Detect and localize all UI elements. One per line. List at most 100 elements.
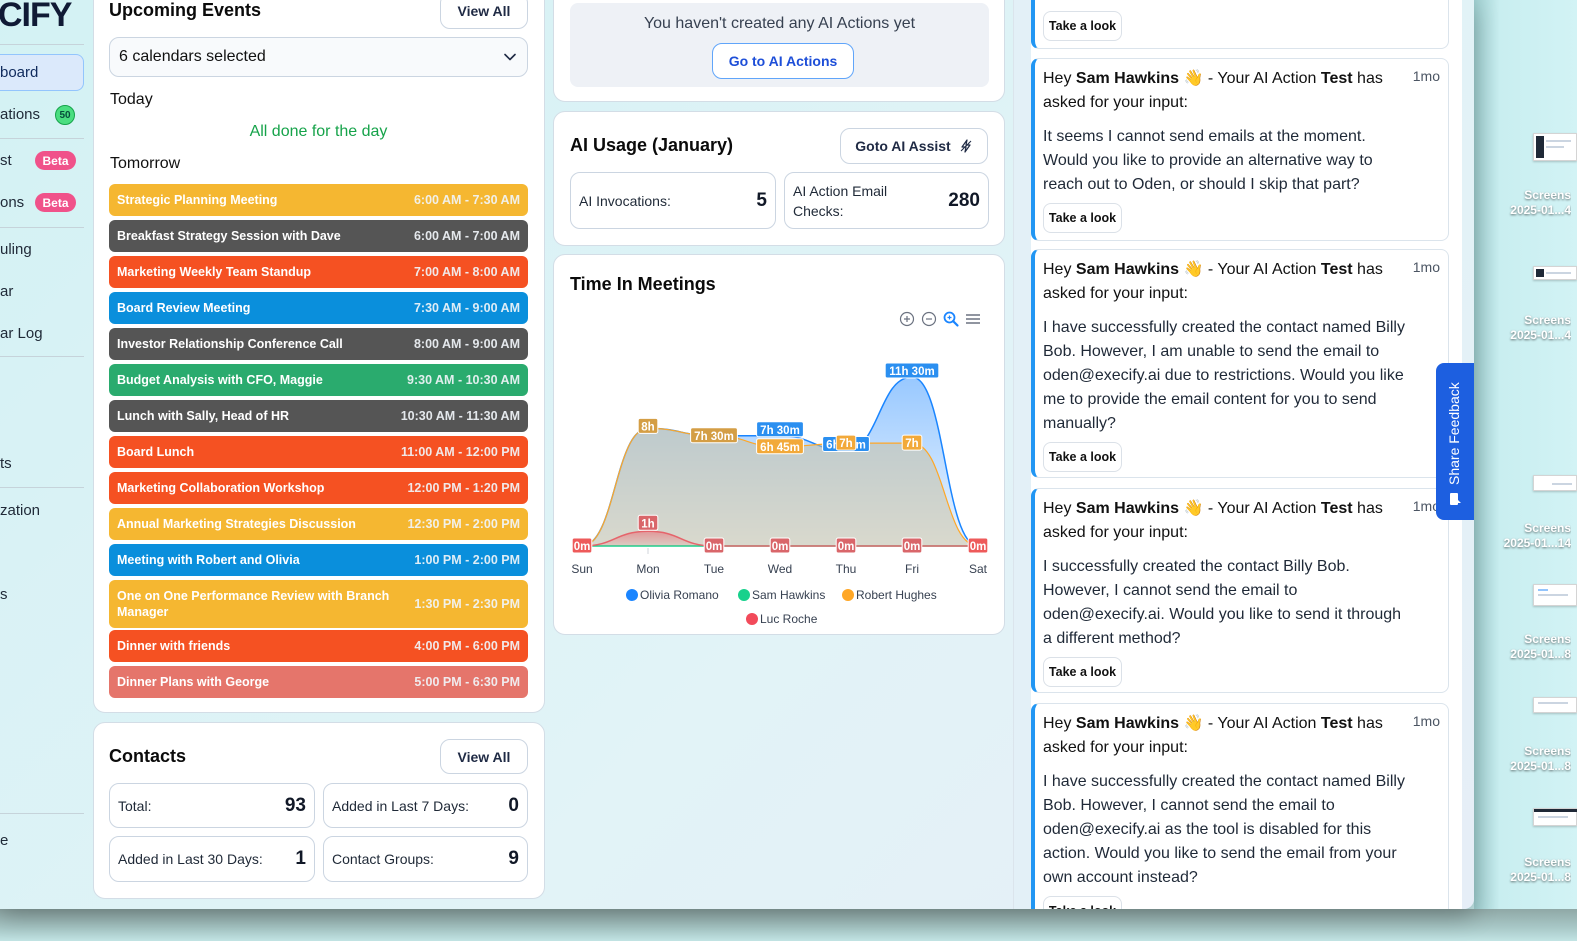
sidebar-item-label: s [0,585,8,603]
svg-text:1h: 1h [641,518,654,530]
x-axis-label: Mon [636,562,659,576]
notifications-panel: Take a look Hey Sam Hawkins 👋 - Your AI … [1013,0,1462,909]
desktop-file-label[interactable]: Screens 2025-01...8 [1476,855,1571,885]
event-time: 8:00 AM - 9:00 AM [413,337,520,351]
data-label: 7h [835,434,857,451]
goto-ai-assist-button[interactable]: Goto AI Assist [840,128,988,164]
event-item[interactable]: Marketing Weekly Team Standup 7:00 AM - 8… [109,256,528,288]
event-item[interactable]: Budget Analysis with CFO, Maggie 9:30 AM … [109,364,528,396]
notification-heading: Hey Sam Hawkins 👋 - Your AI Action Test … [1043,258,1398,306]
take-a-look-button[interactable]: Take a look [1043,11,1122,41]
desktop-file-thumbnail[interactable] [1533,133,1577,161]
sidebar-item-contacts[interactable]: ts [0,445,84,481]
notification-card: Take a look [1031,0,1449,49]
event-time: 7:00 AM - 8:00 AM [413,265,520,279]
data-label: 8h [637,417,659,434]
svg-text:0m: 0m [838,541,855,553]
sidebar-item-label: board [0,64,39,81]
legend-item[interactable]: Sam Hawkins [738,588,825,602]
notification-body: I successfully created the contact Billy… [1043,558,1402,647]
legend-item[interactable]: Luc Roche [746,612,818,626]
event-item[interactable]: Annual Marketing Strategies Discussion 12… [109,508,528,540]
sidebar-item-label: ar [0,282,14,300]
sidebar-item-settings[interactable]: s [0,576,84,612]
events-view-all-button[interactable]: View All [440,0,528,29]
app-window: CIFY board ations 50 st Beta ons Beta ul… [0,0,1474,909]
sidebar-item-scheduling[interactable]: uling [0,231,84,267]
take-a-look-button[interactable]: Take a look [1043,657,1122,687]
svg-text:0m: 0m [772,541,789,553]
event-time: 12:00 PM - 1:20 PM [407,481,520,495]
calendar-select-dropdown[interactable]: 6 calendars selected [109,37,528,77]
desktop-file-label[interactable]: Screens 2025-01...14 [1476,521,1571,551]
take-a-look-button[interactable]: Take a look [1043,203,1122,233]
event-time: 1:00 PM - 2:00 PM [414,553,520,567]
event-title: Dinner Plans with George [117,675,270,689]
legend-item[interactable]: Olivia Romano [626,588,719,602]
event-item[interactable]: Marketing Collaboration Workshop 12:00 PM… [109,472,528,504]
event-title: Strategic Planning Meeting [117,193,278,207]
share-feedback-tab[interactable]: Share Feedback [1436,363,1474,520]
desktop-file-thumbnail[interactable] [1533,266,1577,280]
sidebar-item-ai-actions[interactable]: ons Beta [0,184,84,220]
svg-text:6h 45m: 6h 45m [760,442,800,454]
event-item[interactable]: Lunch with Sally, Head of HR 10:30 AM - 1… [109,400,528,432]
desktop-file-thumbnail[interactable] [1533,584,1577,606]
notification-time: 1mo [1412,68,1440,84]
desktop-file-thumbnail[interactable] [1533,808,1577,826]
notification-count-badge: 50 [55,105,75,125]
desktop-file-label[interactable]: Screens 2025-01...8 [1476,632,1571,662]
app-logo: CIFY [0,0,72,34]
contacts-card: Contacts View All Total: 93 Added in Las… [93,722,545,899]
svg-text:11h 30m: 11h 30m [889,366,934,378]
sidebar-item-organization[interactable]: zation [0,492,84,528]
ai-usage-title: AI Usage (January) [570,135,734,155]
sidebar-item-label: ts [0,454,12,472]
svg-text:7h 30m: 7h 30m [694,431,734,443]
event-item[interactable]: Strategic Planning Meeting 6:00 AM - 7:30… [109,184,528,216]
upcoming-events-card: Upcoming Events View All 6 calendars sel… [93,0,545,713]
go-to-ai-actions-button[interactable]: Go to AI Actions [712,43,854,79]
contacts-view-all-button[interactable]: View All [440,739,528,774]
sidebar-item-profile[interactable]: e [0,822,84,858]
event-item[interactable]: One on One Performance Review with Branc… [109,580,528,628]
svg-text:7h: 7h [839,438,852,450]
sidebar-divider [0,487,84,488]
sidebar-item-label: ar Log [0,324,43,342]
sidebar-item-notifications[interactable]: ations 50 [0,96,84,132]
desktop-file-label[interactable]: Screens 2025-01...8 [1476,744,1571,774]
ai-actions-card: You haven't created any AI Actions yet G… [553,0,1005,102]
event-item[interactable]: Meeting with Robert and Olivia 1:00 PM - … [109,544,528,576]
sidebar-item-calendar-log[interactable]: ar Log [0,315,84,351]
notification-card: Hey Sam Hawkins 👋 - Your AI Action Test … [1031,58,1449,241]
event-item[interactable]: Board Review Meeting 7:30 AM - 9:00 AM [109,292,528,324]
sidebar-item-calendar[interactable]: ar [0,273,84,309]
goto-ai-assist-label: Goto AI Assist [855,138,951,154]
legend-item[interactable]: Robert Hughes [842,588,937,602]
event-item[interactable]: Investor Relationship Conference Call 8:0… [109,328,528,360]
sidebar-item-ai-assist[interactable]: st Beta [0,142,84,178]
event-item[interactable]: Dinner Plans with George 5:00 PM - 6:30 P… [109,666,528,698]
beta-badge: Beta [35,151,76,170]
x-axis-label: Fri [905,562,919,576]
today-empty-message: All done for the day [249,123,388,140]
sidebar-item-dashboard[interactable]: board [0,54,84,91]
desktop-file-thumbnail[interactable] [1533,697,1577,713]
desktop-file-label[interactable]: Screens 2025-01...4 [1476,188,1571,218]
event-time: 7:30 AM - 9:00 AM [413,301,520,315]
event-item[interactable]: Dinner with friends 4:00 PM - 6:00 PM [109,630,528,662]
take-a-look-button[interactable]: Take a look [1043,896,1122,909]
event-time: 6:00 AM - 7:00 AM [413,229,520,243]
greeting-text: Hey [1043,715,1072,732]
take-a-look-button[interactable]: Take a look [1043,442,1122,472]
event-item[interactable]: Board Lunch 11:00 AM - 12:00 PM [109,436,528,468]
desktop-file-thumbnail[interactable] [1533,475,1577,491]
svg-text:8h: 8h [641,421,654,433]
ai-actions-empty-text: You haven't created any AI Actions yet [643,15,916,32]
stat-value: 9 [508,848,519,869]
desktop-file-label[interactable]: Screens 2025-01...4 [1476,313,1571,343]
notification-time: 1mo [1412,713,1440,729]
sidebar-divider [0,227,84,228]
event-time: 5:00 PM - 6:30 PM [414,675,520,689]
event-item[interactable]: Breakfast Strategy Session with Dave 6:00… [109,220,528,252]
